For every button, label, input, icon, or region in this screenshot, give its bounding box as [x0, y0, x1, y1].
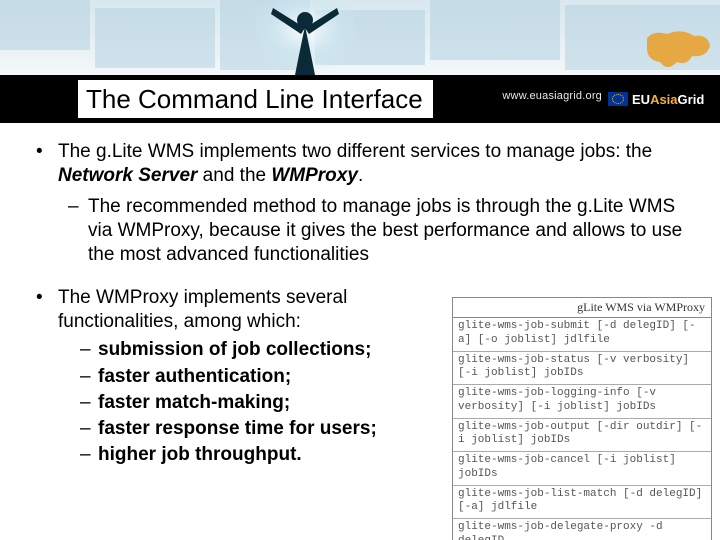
p1-part-e: .: [358, 165, 363, 186]
command-table: gLite WMS via WMProxy glite-wms-job-subm…: [452, 297, 712, 540]
feat-2-text: faster authentication;: [98, 366, 291, 387]
cmd-row: glite-wms-job-status [-v verbosity] [-i …: [453, 352, 711, 386]
eu-flag-icon: [608, 92, 628, 106]
p1-part-b: Network Server: [58, 165, 197, 186]
brand-logo: EUAsiaGrid: [608, 80, 708, 118]
bullet-1: The g.Lite WMS implements two different …: [36, 140, 696, 268]
second-block: The WMProxy implements several functiona…: [36, 286, 446, 468]
slide: The Command Line Interface www.euasiagri…: [0, 0, 720, 540]
brand-eu: EU: [632, 92, 650, 107]
p1-part-c: and the: [197, 165, 271, 186]
banner-background: [0, 0, 720, 75]
sub-bullet-1: The recommended method to manage jobs is…: [58, 195, 696, 268]
brand-grid: Grid: [678, 92, 705, 107]
figure-silhouette: [255, 0, 355, 75]
p2-text: The WMProxy implements several functiona…: [58, 287, 347, 332]
cmd-row: glite-wms-job-delegate-proxy -d delegID: [453, 519, 711, 540]
feat-3: faster match-making;: [58, 391, 446, 415]
brand-text: EUAsiaGrid: [632, 92, 704, 107]
brand-asia: Asia: [650, 92, 677, 107]
cmd-row: glite-wms-job-cancel [-i joblist] jobIDs: [453, 452, 711, 486]
cmd-row: glite-wms-job-logging-info [-v verbosity…: [453, 385, 711, 419]
cmd-row: glite-wms-job-submit [-d delegID] [-a] […: [453, 318, 711, 352]
cmd-row: glite-wms-job-output [-dir outdir] [-i j…: [453, 419, 711, 453]
feat-4: faster response time for users;: [58, 417, 446, 441]
cmd-row: glite-wms-job-list-match [-d delegID] [-…: [453, 486, 711, 520]
feat-1-text: submission of job collections;: [98, 339, 371, 360]
feat-4-text: faster response time for users;: [98, 418, 377, 439]
command-table-header: gLite WMS via WMProxy: [453, 298, 711, 318]
feat-3-text: faster match-making;: [98, 392, 290, 413]
asia-map-icon: [642, 28, 712, 73]
feat-5: higher job throughput.: [58, 443, 446, 467]
site-url: www.euasiagrid.org: [502, 90, 602, 102]
p1-part-a: The g.Lite WMS implements two different …: [58, 141, 652, 162]
feat-2: faster authentication;: [58, 365, 446, 389]
bullet-2: The WMProxy implements several functiona…: [36, 286, 446, 468]
feat-5-text: higher job throughput.: [98, 444, 302, 465]
p1-part-d: WMProxy: [271, 165, 358, 186]
feat-1: submission of job collections;: [58, 338, 446, 362]
banner-blocks: [0, 0, 720, 75]
page-title: The Command Line Interface: [78, 80, 433, 118]
